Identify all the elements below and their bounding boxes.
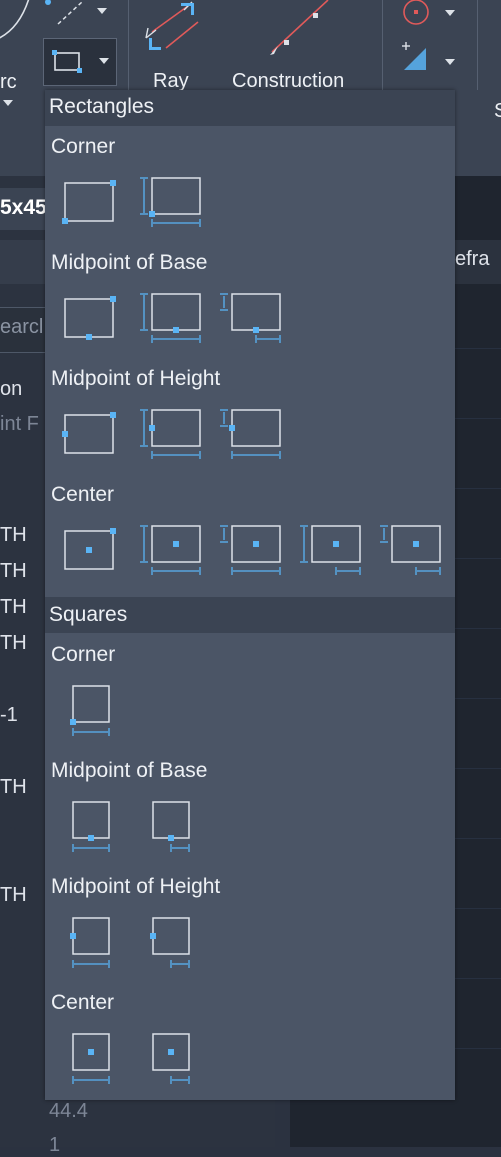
list-item[interactable]: TH: [0, 632, 27, 655]
grid-line: [455, 768, 501, 769]
value-text: 44.4: [49, 1100, 88, 1122]
rect-center-half-both-icon: [380, 525, 441, 575]
square-height-button[interactable]: [64, 912, 134, 972]
square-corner-button[interactable]: [64, 680, 134, 740]
square-center-label: Center: [51, 991, 115, 1014]
square-corner-label: Corner: [51, 643, 116, 666]
square-height-half-button[interactable]: [144, 912, 214, 972]
rect-height-dimensions-icon: [140, 409, 201, 459]
rect-corner-dimensions-button[interactable]: [134, 172, 204, 232]
square-center-icon: [72, 1033, 110, 1084]
rect-center-two-point-icon: [64, 528, 116, 570]
right-panel-header-text: efra: [455, 248, 490, 270]
hatch-icon[interactable]: [396, 40, 466, 80]
rect-base-dimensions-button[interactable]: [134, 288, 204, 348]
grid-line: [455, 978, 501, 979]
list-item[interactable]: -1: [0, 704, 18, 727]
search-placeholder: earcl: [0, 316, 44, 338]
grid-line: [455, 1048, 501, 1049]
rect-height-two-point-button[interactable]: [58, 404, 128, 464]
square-center-half-button[interactable]: [144, 1028, 214, 1088]
rect-base-two-point-icon: [64, 296, 116, 340]
rectangles-category-label: Rectangles: [49, 95, 155, 118]
rect-height-dimensions-button[interactable]: [134, 404, 204, 464]
grid-line: [455, 698, 501, 699]
rect-center-two-point-button[interactable]: [58, 520, 128, 580]
rect-base-dimensions-icon: [140, 293, 201, 343]
rectangle-icon: [52, 50, 109, 73]
rect-center-half-width-icon: [300, 525, 361, 575]
square-base-half-button[interactable]: [144, 796, 214, 856]
square-base-half-icon: [152, 801, 190, 852]
list-item[interactable]: TH: [0, 596, 27, 619]
list-item: on: [0, 378, 23, 400]
rect-corner-label: Corner: [51, 135, 116, 158]
rect-center-half-height-button[interactable]: [214, 520, 284, 580]
polyline-icon[interactable]: [44, 0, 114, 34]
rectangle-tool-button[interactable]: [43, 38, 117, 86]
square-height-icon: [70, 917, 110, 968]
circle-icon[interactable]: [396, 0, 466, 32]
rect-height-half-icon: [220, 409, 281, 459]
document-tab-title[interactable]: 5x45: [0, 196, 47, 220]
ribbon-separator: [382, 0, 383, 90]
rect-corner-two-point-icon: [62, 180, 116, 224]
panel-header: [0, 240, 48, 284]
rect-base-half-width-icon: [220, 293, 281, 343]
arc-label[interactable]: rc: [0, 71, 17, 94]
square-midpoint-base-label: Midpoint of Base: [51, 759, 208, 782]
arc-dropdown-icon[interactable]: [3, 100, 13, 106]
list-item[interactable]: TH: [0, 884, 27, 907]
value-text: 1: [49, 1134, 61, 1156]
rect-center-dimensions-button[interactable]: [134, 520, 204, 580]
rect-height-two-point-icon: [62, 412, 116, 454]
ribbon-separator: [128, 0, 129, 90]
rect-base-two-point-button[interactable]: [58, 288, 128, 348]
rect-base-half-width-button[interactable]: [214, 288, 284, 348]
grid-line: [455, 558, 501, 559]
square-height-half-icon: [150, 917, 190, 968]
square-center-half-icon: [152, 1033, 190, 1084]
list-item[interactable]: TH: [0, 524, 27, 547]
rect-corner-two-point-button[interactable]: [58, 172, 128, 232]
square-base-icon: [72, 801, 110, 852]
squares-category-label: Squares: [49, 603, 128, 626]
grid-line: [455, 908, 501, 909]
rect-corner-dimensions-icon: [140, 177, 201, 227]
grid-line: [455, 418, 501, 419]
rect-center-half-height-icon: [220, 525, 281, 575]
grid-line: [455, 348, 501, 349]
ray-icon[interactable]: [140, 0, 210, 60]
list-item: int F: [0, 413, 39, 435]
list-item[interactable]: TH: [0, 776, 27, 799]
rect-center-label: Center: [51, 483, 115, 506]
grid-line: [455, 628, 501, 629]
grid-line: [455, 838, 501, 839]
rect-height-half-button[interactable]: [214, 404, 284, 464]
ribbon-right-label[interactable]: S: [494, 100, 501, 123]
rect-center-half-width-button[interactable]: [294, 520, 364, 580]
list-item[interactable]: TH: [0, 560, 27, 583]
grid-line: [455, 488, 501, 489]
square-base-button[interactable]: [64, 796, 134, 856]
construction-line-icon[interactable]: [260, 0, 340, 60]
square-midpoint-height-label: Midpoint of Height: [51, 875, 221, 898]
square-center-button[interactable]: [64, 1028, 134, 1088]
ribbon-separator: [477, 0, 478, 90]
rect-midpoint-height-label: Midpoint of Height: [51, 367, 221, 390]
rect-midpoint-base-label: Midpoint of Base: [51, 251, 208, 274]
rect-center-half-both-button[interactable]: [374, 520, 444, 580]
square-corner-icon: [70, 685, 110, 736]
rect-center-dimensions-icon: [140, 525, 201, 575]
